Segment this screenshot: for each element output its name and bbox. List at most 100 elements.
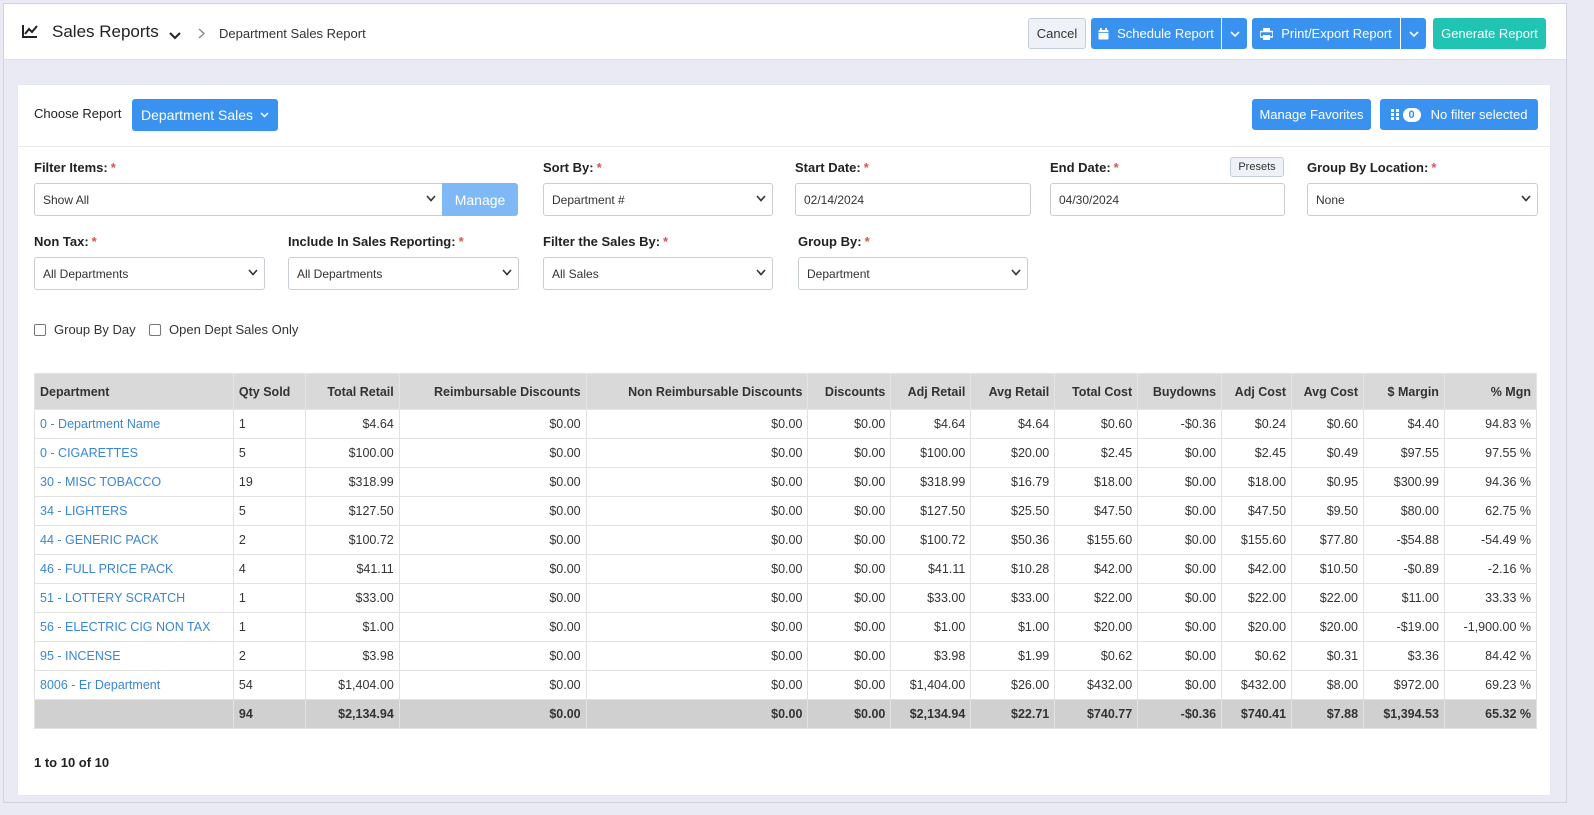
table-cell: $0.00	[398, 612, 587, 642]
report-type-dropdown[interactable]: Department Sales	[132, 99, 278, 131]
table-cell: $20.00	[970, 438, 1056, 468]
department-link[interactable]: 0 - CIGARETTES	[40, 446, 138, 460]
column-header[interactable]: Department	[34, 373, 234, 410]
group-by-location-select[interactable]: None	[1307, 183, 1538, 216]
table-row: 44 - GENERIC PACK 2 $100.72 $0.00 $0.00 $0.00…	[34, 525, 1538, 555]
department-cell[interactable]: 56 - ELECTRIC CIG NON TAX	[34, 612, 234, 642]
column-header[interactable]: Buydowns	[1137, 373, 1223, 410]
column-header[interactable]: Qty Sold	[232, 373, 306, 410]
line-chart-icon	[22, 24, 38, 41]
table-cell: $0.00	[585, 583, 809, 613]
column-header[interactable]: Reimbursable Discounts	[398, 373, 587, 410]
department-cell[interactable]: 0 - CIGARETTES	[34, 438, 234, 468]
table-cell: $100.72	[890, 525, 972, 555]
table-cell: $1.00	[304, 612, 400, 642]
presets-button[interactable]: Presets	[1230, 157, 1284, 177]
department-cell[interactable]: 95 - INCENSE	[34, 641, 234, 671]
department-link[interactable]: 8006 - Er Department	[40, 678, 160, 692]
table-cell: $8.00	[1291, 670, 1365, 700]
column-header[interactable]: Discounts	[807, 373, 892, 410]
chevron-down-icon	[756, 195, 766, 202]
chevron-down-icon	[1229, 30, 1240, 37]
generate-report-button[interactable]: Generate Report	[1433, 18, 1546, 49]
manage-favorites-button[interactable]: Manage Favorites	[1252, 99, 1371, 130]
table-cell: -$0.36	[1137, 409, 1223, 439]
total-cell: $0.00	[585, 699, 809, 729]
column-header[interactable]: Adj Cost	[1221, 373, 1293, 410]
department-link[interactable]: 44 - GENERIC PACK	[40, 533, 159, 547]
table-cell: $26.00	[970, 670, 1056, 700]
department-cell[interactable]: 44 - GENERIC PACK	[34, 525, 234, 555]
start-date-input[interactable]: 02/14/2024	[795, 183, 1031, 216]
column-header[interactable]: Avg Cost	[1291, 373, 1365, 410]
filter-items-select[interactable]: Show All	[34, 183, 443, 216]
app-frame: Sales Reports Department Sales Report Ca…	[3, 3, 1567, 803]
department-link[interactable]: 95 - INCENSE	[40, 649, 121, 663]
department-link[interactable]: 56 - ELECTRIC CIG NON TAX	[40, 620, 210, 634]
print-export-button[interactable]: Print/Export Report	[1252, 18, 1400, 49]
column-header[interactable]: Total Cost	[1054, 373, 1139, 410]
include-in-sales-select[interactable]: All Departments	[288, 257, 519, 290]
table-cell: 69.23 %	[1443, 670, 1538, 700]
manage-filter-button[interactable]: Manage	[442, 183, 518, 216]
table-row: 46 - FULL PRICE PACK 4 $41.11 $0.00 $0.00 $0.…	[34, 554, 1538, 584]
group-by-select[interactable]: Department	[798, 257, 1028, 290]
table-cell: $0.00	[585, 467, 809, 497]
department-link[interactable]: 46 - FULL PRICE PACK	[40, 562, 173, 576]
table-cell: $42.00	[1221, 554, 1293, 584]
table-cell: $100.00	[890, 438, 972, 468]
table-cell: $2.45	[1221, 438, 1293, 468]
department-link[interactable]: 34 - LIGHTERS	[40, 504, 128, 518]
page-title[interactable]: Sales Reports	[52, 22, 159, 42]
column-header[interactable]: % Mgn	[1443, 373, 1538, 410]
department-cell[interactable]: 46 - FULL PRICE PACK	[34, 554, 234, 584]
report-type-label: Department Sales	[140, 107, 254, 123]
print-dropdown-button[interactable]	[1401, 18, 1426, 49]
department-link[interactable]: 30 - MISC TOBACCO	[40, 475, 161, 489]
department-cell[interactable]: 34 - LIGHTERS	[34, 496, 234, 526]
column-header[interactable]: Avg Retail	[970, 373, 1056, 410]
table-cell: $0.00	[398, 409, 587, 439]
schedule-dropdown-button[interactable]	[1222, 18, 1247, 49]
end-date-input[interactable]: 04/30/2024	[1050, 183, 1285, 216]
checkbox-box[interactable]	[34, 323, 46, 336]
table-cell: $3.98	[890, 641, 972, 671]
department-link[interactable]: 51 - LOTTERY SCRATCH	[40, 591, 185, 605]
sort-by-select[interactable]: Department #	[543, 183, 773, 216]
table-cell: $0.00	[585, 612, 809, 642]
column-header[interactable]: Total Retail	[304, 373, 400, 410]
table-cell: $100.72	[304, 525, 400, 555]
table-cell: 19	[232, 467, 306, 497]
table-cell: $0.49	[1291, 438, 1365, 468]
table-cell: $0.00	[585, 409, 809, 439]
table-cell: $127.50	[890, 496, 972, 526]
table-cell: $100.00	[304, 438, 400, 468]
department-link[interactable]: 0 - Department Name	[40, 417, 160, 431]
checkbox-box[interactable]	[149, 323, 161, 336]
department-cell[interactable]: 30 - MISC TOBACCO	[34, 467, 234, 497]
non-tax-select[interactable]: All Departments	[34, 257, 265, 290]
include-in-sales-label: Include In Sales Reporting: *	[288, 234, 464, 249]
filter-sales-by-select[interactable]: All Sales	[543, 257, 773, 290]
table-cell: 4	[232, 554, 306, 584]
open-dept-only-checkbox[interactable]: Open Dept Sales Only	[149, 322, 298, 337]
chevron-down-icon[interactable]	[169, 28, 181, 43]
column-header[interactable]: Non Reimbursable Discounts	[585, 373, 809, 410]
table-cell: $0.24	[1221, 409, 1293, 439]
total-cell: $0.00	[807, 699, 892, 729]
department-cell[interactable]: 51 - LOTTERY SCRATCH	[34, 583, 234, 613]
table-cell: $3.98	[304, 641, 400, 671]
group-by-day-checkbox[interactable]: Group By Day	[34, 322, 136, 337]
department-cell[interactable]: 8006 - Er Department	[34, 670, 234, 700]
table-cell: $0.00	[398, 583, 587, 613]
cancel-button[interactable]: Cancel	[1028, 18, 1086, 49]
schedule-report-button[interactable]: Schedule Report	[1091, 18, 1221, 49]
total-cell: 65.32 %	[1443, 699, 1538, 729]
table-cell: $0.00	[398, 467, 587, 497]
column-header[interactable]: Adj Retail	[890, 373, 972, 410]
column-header[interactable]: $ Margin	[1363, 373, 1445, 410]
department-cell[interactable]: 0 - Department Name	[34, 409, 234, 439]
total-cell: $22.71	[970, 699, 1056, 729]
table-cell: $0.00	[807, 467, 892, 497]
filter-status-button[interactable]: 0 No filter selected	[1380, 99, 1538, 130]
